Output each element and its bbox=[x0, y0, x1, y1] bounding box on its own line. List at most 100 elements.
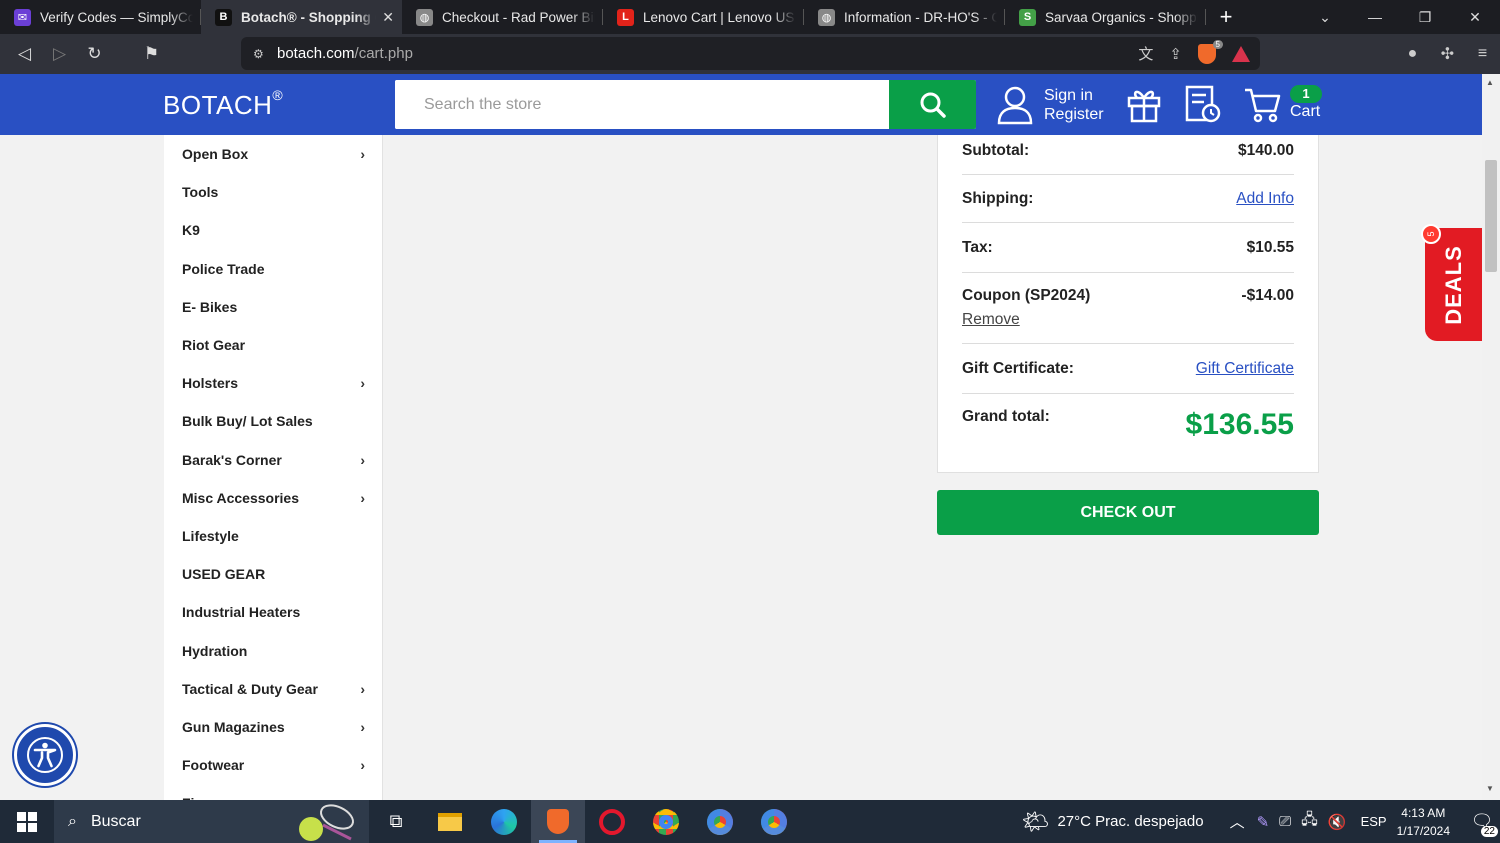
order-summary: Subtotal: $140.00 Shipping: Add Info Tax… bbox=[937, 135, 1319, 473]
sidebar-item[interactable]: Lifestyle bbox=[164, 517, 382, 555]
tab-favicon-icon: L bbox=[617, 8, 634, 26]
taskbar-search[interactable]: ⌕ Buscar bbox=[54, 800, 369, 843]
search-button[interactable] bbox=[889, 80, 976, 129]
tab-favicon-icon: ◍ bbox=[818, 8, 835, 26]
language-indicator[interactable]: ESP bbox=[1361, 814, 1387, 829]
gift-icon[interactable] bbox=[1126, 84, 1162, 124]
brave-app[interactable] bbox=[531, 800, 585, 843]
add-shipping-info-link[interactable]: Add Info bbox=[1236, 190, 1294, 208]
browser-tab[interactable]: L Lenovo Cart | Lenovo US bbox=[603, 0, 804, 34]
remove-coupon-link[interactable]: Remove bbox=[962, 311, 1090, 329]
translate-icon[interactable]: 文 bbox=[1138, 43, 1153, 64]
account-link[interactable]: Sign in Register bbox=[996, 82, 1104, 128]
menu-icon[interactable]: ≡ bbox=[1465, 45, 1500, 63]
show-hidden-icons-chevron-icon[interactable]: ︿ bbox=[1230, 811, 1245, 832]
browser-tab[interactable]: S Sarvaa Organics - Shopping Cart bbox=[1005, 0, 1206, 34]
tab-search-chevron-icon[interactable]: ⌄ bbox=[1300, 0, 1350, 34]
scroll-up-arrow-icon[interactable]: ▲ bbox=[1486, 78, 1494, 87]
address-bar[interactable]: ⚙ botach.com/cart.php 文 ⇪ 5 bbox=[241, 37, 1260, 70]
back-button[interactable]: ◁ bbox=[7, 37, 42, 71]
sidebar-item[interactable]: Tools bbox=[164, 173, 382, 211]
sidebar-item[interactable]: E- Bikes bbox=[164, 288, 382, 326]
close-window-button[interactable]: ✕ bbox=[1450, 0, 1500, 34]
weather-text[interactable]: 27°C Prac. despejado bbox=[1057, 813, 1203, 830]
chevron-right-icon[interactable]: › bbox=[360, 681, 365, 697]
sidebar-item[interactable]: Police Trade bbox=[164, 250, 382, 288]
volume-muted-icon[interactable]: 🔇 bbox=[1328, 813, 1347, 831]
chevron-right-icon[interactable]: › bbox=[360, 757, 365, 773]
checkout-button[interactable]: CHECK OUT bbox=[937, 490, 1319, 535]
brave-rewards-icon[interactable] bbox=[1232, 45, 1250, 62]
site-logo[interactable]: BOTACH® bbox=[163, 87, 283, 121]
scroll-thumb[interactable] bbox=[1485, 160, 1497, 272]
sidebar-item[interactable]: Open Box › bbox=[164, 135, 382, 173]
sidebar-item[interactable]: Industrial Heaters bbox=[164, 593, 382, 631]
sidebar-item[interactable]: Misc Accessories › bbox=[164, 479, 382, 517]
extensions-icon[interactable]: ✣ bbox=[1430, 44, 1465, 64]
chevron-right-icon[interactable]: › bbox=[360, 146, 365, 162]
notification-center-button[interactable]: 🗨 22 bbox=[1464, 800, 1500, 843]
restore-button[interactable]: ❐ bbox=[1400, 0, 1450, 34]
sidebar-item[interactable]: Tactical & Duty Gear › bbox=[164, 670, 382, 708]
sidebar-item[interactable]: Riot Gear bbox=[164, 326, 382, 364]
chevron-right-icon[interactable]: › bbox=[360, 719, 365, 735]
opera-app[interactable] bbox=[585, 800, 639, 843]
brave-icon bbox=[547, 809, 569, 834]
cart-link[interactable]: 1 Cart bbox=[1243, 82, 1323, 128]
chevron-right-icon[interactable]: › bbox=[360, 452, 365, 468]
sidebar-item-label: Gun Magazines bbox=[182, 718, 285, 735]
register-link[interactable]: Register bbox=[1044, 105, 1104, 124]
browser-tab[interactable]: ◍ Checkout - Rad Power Bikes bbox=[402, 0, 603, 34]
new-tab-button[interactable]: + bbox=[1206, 0, 1246, 34]
chrome-profile-1-app[interactable] bbox=[639, 800, 693, 843]
sign-in-link[interactable]: Sign in bbox=[1044, 86, 1104, 105]
bookmark-icon[interactable]: ⚑ bbox=[134, 37, 169, 71]
browser-tab[interactable]: B Botach® - Shopping Cart ✕ bbox=[201, 0, 402, 34]
brave-shields-icon[interactable]: 5 bbox=[1198, 39, 1223, 64]
site-info-icon[interactable]: ⚙ bbox=[253, 47, 267, 61]
wallet-icon[interactable]: ● bbox=[1395, 45, 1430, 63]
search-input[interactable] bbox=[395, 80, 889, 129]
sidebar-item[interactable]: Barak's Corner › bbox=[164, 441, 382, 479]
reload-button[interactable]: ↻ bbox=[77, 37, 112, 71]
forward-button[interactable]: ▷ bbox=[42, 37, 77, 71]
network-icon[interactable]: 🖧 bbox=[1301, 809, 1318, 834]
sidebar-item[interactable]: USED GEAR bbox=[164, 555, 382, 593]
sidebar-item[interactable]: Gun Magazines › bbox=[164, 708, 382, 746]
chrome-profile-3-app[interactable] bbox=[747, 800, 801, 843]
weather-icon[interactable]: 🌤 bbox=[1022, 809, 1050, 835]
minimize-button[interactable]: — bbox=[1350, 0, 1400, 34]
task-view-button[interactable]: ⧉ bbox=[369, 800, 423, 843]
search-icon: ⌕ bbox=[68, 812, 77, 830]
order-status-icon[interactable] bbox=[1184, 84, 1222, 124]
edge-app[interactable] bbox=[477, 800, 531, 843]
gift-certificate-link[interactable]: Gift Certificate bbox=[1196, 360, 1294, 378]
search-icon bbox=[920, 92, 946, 118]
meet-now-icon[interactable]: ⎚ bbox=[1279, 813, 1291, 830]
tab-title: Lenovo Cart | Lenovo US bbox=[643, 9, 795, 25]
clock[interactable]: 4:13 AM 1/17/2024 bbox=[1397, 804, 1450, 840]
pen-icon[interactable]: ✎ bbox=[1257, 813, 1270, 831]
accessibility-button[interactable] bbox=[14, 724, 76, 786]
deals-tab[interactable]: DEALS bbox=[1425, 228, 1482, 341]
start-button[interactable] bbox=[0, 800, 54, 843]
sidebar-item[interactable]: Bulk Buy/ Lot Sales bbox=[164, 402, 382, 440]
close-tab-icon[interactable]: ✕ bbox=[382, 9, 394, 26]
category-sidebar: Open Box › Tools K9 Police Trade E- Bikes Riot… bbox=[164, 135, 383, 800]
cart-count-badge: 1 bbox=[1290, 85, 1322, 103]
chevron-right-icon[interactable]: › bbox=[360, 490, 365, 506]
browser-tab[interactable]: ◍ Information - DR-HO'S - Checkout bbox=[804, 0, 1005, 34]
sidebar-item[interactable]: K9 bbox=[164, 211, 382, 249]
chrome-profile-2-app[interactable] bbox=[693, 800, 747, 843]
sidebar-item[interactable]: Hydration bbox=[164, 631, 382, 669]
share-icon[interactable]: ⇪ bbox=[1169, 45, 1182, 63]
sidebar-item[interactable]: Firearms› bbox=[164, 784, 382, 800]
chevron-right-icon[interactable]: › bbox=[360, 375, 365, 391]
scroll-down-arrow-icon[interactable]: ▼ bbox=[1486, 784, 1494, 793]
browser-tab[interactable]: ✉ Verify Codes — SimplyCodes bbox=[0, 0, 201, 34]
file-explorer-app[interactable] bbox=[423, 800, 477, 843]
sidebar-item[interactable]: Holsters › bbox=[164, 364, 382, 402]
sidebar-item-label: K9 bbox=[182, 222, 200, 239]
sidebar-item[interactable]: Footwear › bbox=[164, 746, 382, 784]
page-scrollbar[interactable]: ▲ ▼ bbox=[1482, 74, 1500, 800]
